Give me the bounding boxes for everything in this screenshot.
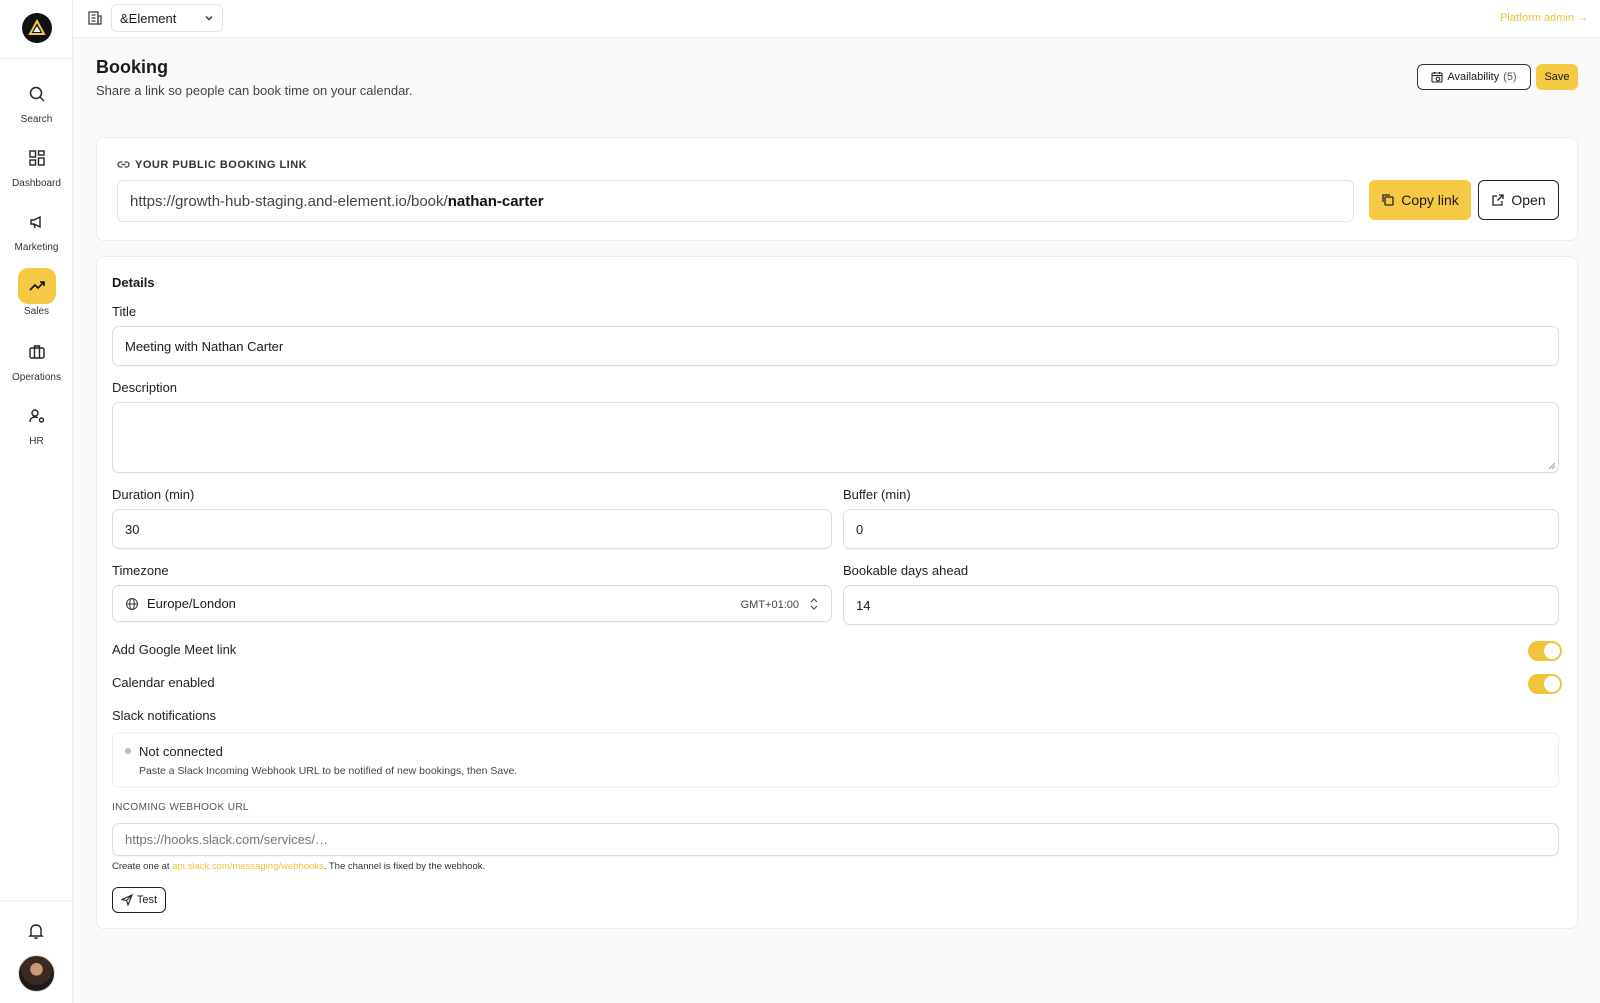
test-webhook-button[interactable]: Test	[112, 887, 166, 913]
timezone-offset: GMT+01:00	[740, 599, 799, 611]
external-link-icon	[1492, 194, 1505, 206]
title-label: Title	[112, 304, 137, 319]
sidebar-item-label: Search	[20, 114, 53, 125]
availability-button[interactable]: Availability (5)	[1417, 64, 1531, 90]
search-icon	[18, 76, 56, 112]
title-input-value: Meeting with Nathan Carter	[125, 338, 284, 354]
booking-link-url[interactable]: https://growth-hub-staging.and-element.i…	[117, 180, 1354, 222]
calendar-enabled-toggle[interactable]	[1528, 674, 1562, 694]
send-icon	[120, 894, 133, 906]
app-logo[interactable]	[22, 13, 52, 43]
briefcase-icon	[18, 334, 56, 370]
webhook-note-suffix: . The channel is fixed by the webhook.	[323, 861, 486, 872]
booking-link-heading: YOUR PUBLIC BOOKING LINK	[117, 158, 307, 171]
globe-icon	[125, 597, 139, 611]
link-icon	[117, 161, 130, 168]
org-select[interactable]: &Element	[111, 4, 223, 32]
sidebar-item-search[interactable]: Search	[0, 76, 73, 125]
title-input[interactable]: Meeting with Nathan Carter	[112, 326, 1559, 366]
buffer-label: Buffer (min)	[843, 487, 911, 502]
bell-icon[interactable]	[25, 920, 47, 942]
save-button[interactable]: Save	[1536, 64, 1578, 90]
timezone-value: Europe/London	[147, 596, 236, 611]
description-textarea[interactable]	[112, 402, 1559, 473]
chevron-up-down-icon	[810, 598, 818, 610]
timezone-select[interactable]: Europe/London GMT+01:00	[112, 585, 832, 622]
topbar: &Element Platform admin →	[73, 0, 1600, 38]
booking-link-card: YOUR PUBLIC BOOKING LINK https://growth-…	[96, 137, 1578, 241]
sidebar-item-operations[interactable]: Operations	[0, 334, 73, 383]
copy-icon	[1382, 194, 1394, 206]
slack-status-box: Not connected Paste a Slack Incoming Web…	[112, 732, 1559, 788]
sidebar-item-sales[interactable]: Sales	[0, 268, 73, 317]
platform-admin-link[interactable]: Platform admin →	[1500, 12, 1588, 24]
timezone-label: Timezone	[112, 563, 169, 578]
duration-label: Duration (min)	[112, 487, 195, 502]
availability-count: (5)	[1503, 71, 1517, 83]
building-icon	[87, 10, 105, 28]
sidebar-item-label: Marketing	[14, 242, 59, 253]
booking-link-url-prefix: https://growth-hub-staging.and-element.i…	[130, 192, 448, 210]
page-subtitle: Share a link so people can book time on …	[96, 83, 413, 98]
sidebar: Search Dashboard Marketing Sales Operati…	[0, 0, 73, 1003]
slack-webhooks-link[interactable]: api.slack.com/messaging/webhooks	[172, 861, 324, 872]
sidebar-item-label: Operations	[12, 372, 61, 383]
trending-up-icon	[17, 268, 56, 304]
copy-link-label: Copy link	[1401, 192, 1459, 208]
copy-link-button[interactable]: Copy link	[1369, 180, 1471, 220]
page-title: Booking	[96, 57, 168, 77]
sidebar-item-label: Sales	[23, 306, 49, 317]
days-ahead-input[interactable]: 14	[843, 585, 1559, 625]
sidebar-divider	[0, 900, 73, 901]
google-meet-label: Add Google Meet link	[112, 642, 237, 657]
webhook-url-input[interactable]	[112, 823, 1559, 856]
slack-notifications-label: Slack notifications	[112, 708, 217, 723]
user-cog-icon	[18, 398, 56, 434]
resize-handle-icon[interactable]	[1548, 462, 1556, 470]
days-ahead-input-value: 14	[856, 597, 871, 613]
sidebar-item-hr[interactable]: HR	[0, 398, 73, 447]
calendar-enabled-label: Calendar enabled	[112, 675, 215, 690]
open-link-button[interactable]: Open	[1478, 180, 1559, 220]
test-label: Test	[136, 894, 158, 906]
dashboard-icon	[18, 140, 56, 176]
megaphone-icon	[18, 204, 56, 240]
chevron-down-icon	[205, 16, 213, 21]
webhook-note: Create one at api.slack.com/messaging/we…	[112, 861, 485, 872]
sidebar-item-marketing[interactable]: Marketing	[0, 204, 73, 253]
availability-label: Availability	[1447, 71, 1500, 83]
org-select-value: &Element	[120, 10, 177, 26]
user-avatar[interactable]	[18, 955, 55, 992]
google-meet-toggle[interactable]	[1528, 641, 1562, 661]
sidebar-divider	[0, 58, 73, 59]
toggle-knob	[1544, 676, 1560, 692]
slack-status-text: Not connected	[139, 744, 223, 759]
booking-link-url-slug: nathan-carter	[447, 192, 544, 210]
open-link-label: Open	[1511, 192, 1546, 208]
buffer-input-value: 0	[856, 521, 864, 537]
booking-link-heading-text: YOUR PUBLIC BOOKING LINK	[135, 158, 308, 171]
slack-hint-text: Paste a Slack Incoming Webhook URL to be…	[139, 765, 518, 777]
status-dot	[125, 748, 131, 754]
sidebar-item-label: HR	[29, 436, 44, 447]
duration-input[interactable]: 30	[112, 509, 832, 549]
details-section-title: Details	[112, 275, 155, 290]
details-card: Details Title Meeting with Nathan Carter…	[96, 256, 1578, 929]
logo-triangle-icon	[28, 19, 46, 35]
webhook-url-label: INCOMING WEBHOOK URL	[112, 802, 249, 813]
calendar-clock-icon	[1431, 72, 1443, 83]
duration-input-value: 30	[125, 521, 140, 537]
buffer-input[interactable]: 0	[843, 509, 1559, 549]
sidebar-item-dashboard[interactable]: Dashboard	[0, 140, 73, 189]
toggle-knob	[1544, 643, 1560, 659]
description-label: Description	[112, 380, 178, 395]
webhook-note-prefix: Create one at	[112, 861, 173, 872]
sidebar-item-label: Dashboard	[12, 178, 61, 189]
days-ahead-label: Bookable days ahead	[843, 563, 969, 578]
